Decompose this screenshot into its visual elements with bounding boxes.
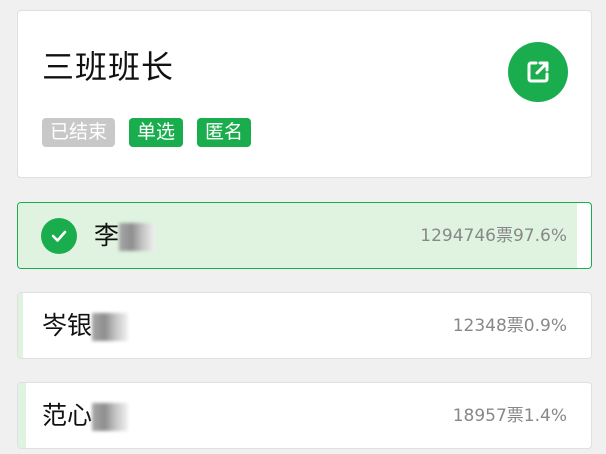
share-external-icon — [527, 61, 549, 83]
option-name-text: 李 — [94, 221, 120, 250]
redacted-blur — [92, 403, 129, 431]
option-name: 岑银 — [42, 310, 129, 342]
selected-check — [41, 218, 77, 254]
type-badge: 单选 — [129, 118, 184, 147]
share-button[interactable] — [508, 42, 568, 102]
option-stats: 18957票1.4% — [453, 405, 567, 427]
vote-count: 18957票 — [452, 406, 524, 426]
vote-percent: 97.6% — [512, 226, 567, 246]
option-name-text: 岑银 — [42, 311, 93, 340]
poll-option-1[interactable]: 李 1294746票97.6% — [17, 202, 592, 269]
poll-result-page: 三班班长 已结束 单选 匿名 李 1294746票97.6% 岑银 12348票… — [0, 0, 606, 454]
vote-percent: 0.9% — [523, 316, 567, 336]
check-icon — [51, 230, 67, 242]
poll-option-2[interactable]: 岑银 12348票0.9% — [17, 292, 592, 359]
vote-percent: 1.4% — [523, 406, 567, 426]
option-name: 李 — [94, 220, 156, 252]
status-badge: 已结束 — [42, 118, 116, 147]
poll-title: 三班班长 — [42, 48, 175, 86]
privacy-badge: 匿名 — [197, 118, 252, 147]
option-name-text: 范心 — [42, 401, 93, 430]
option-stats: 12348票0.9% — [453, 315, 567, 337]
vote-progress-fill — [18, 293, 24, 358]
poll-option-3[interactable]: 范心 18957票1.4% — [17, 382, 592, 449]
vote-progress-fill — [18, 383, 27, 448]
redacted-blur — [92, 313, 129, 341]
vote-count: 1294746票 — [420, 226, 513, 246]
redacted-blur — [119, 223, 156, 251]
vote-count: 12348票 — [452, 316, 524, 336]
poll-header-card: 三班班长 已结束 单选 匿名 — [17, 10, 592, 178]
option-name: 范心 — [42, 400, 129, 432]
poll-tags: 已结束 单选 匿名 — [42, 118, 252, 147]
option-stats: 1294746票97.6% — [420, 225, 567, 247]
